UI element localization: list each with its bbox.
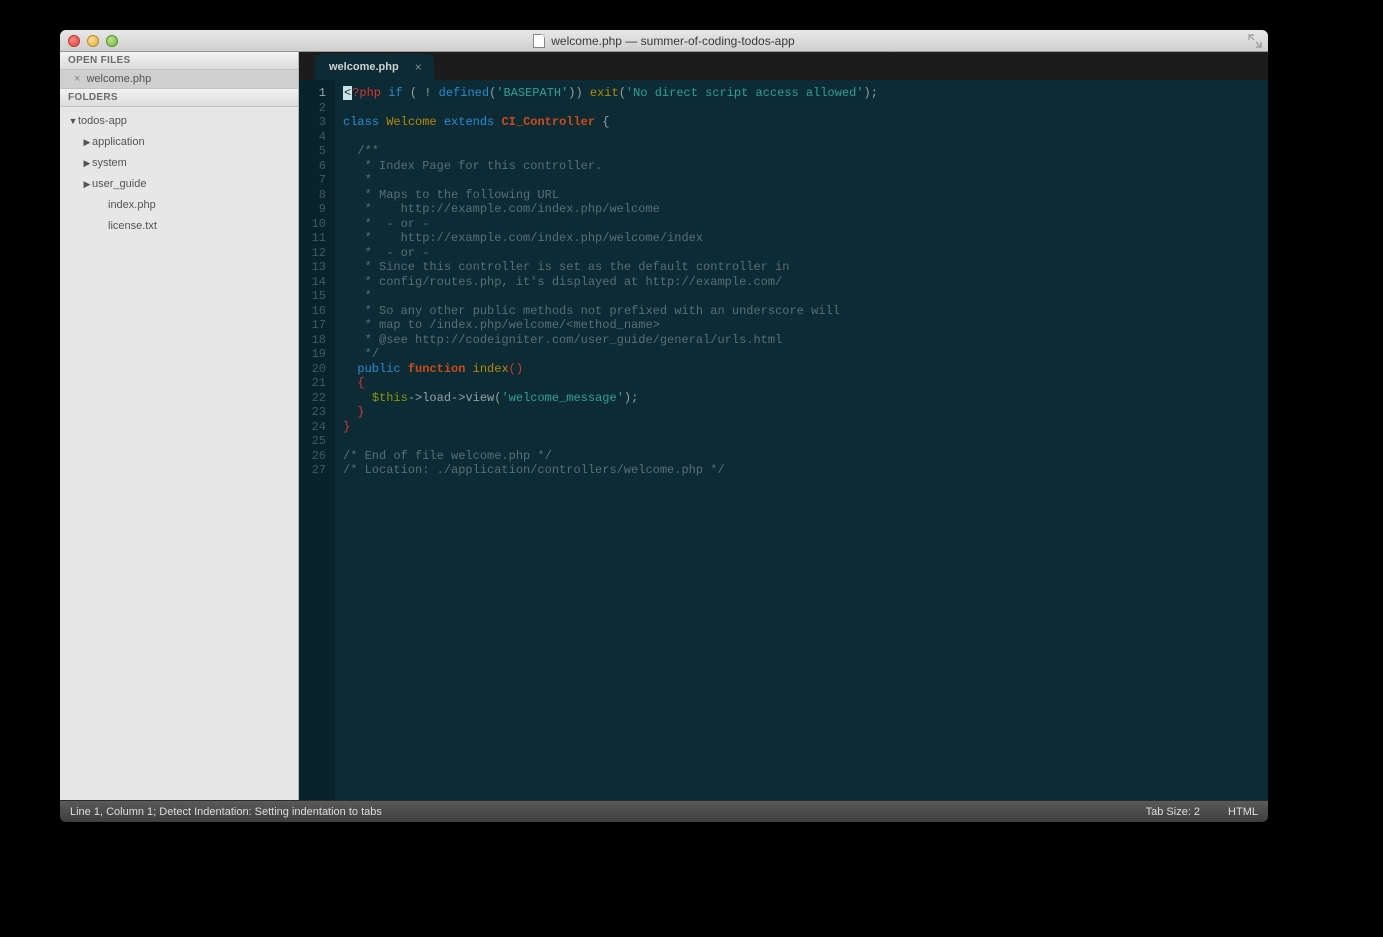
folder-item-system[interactable]: ▶ system [60, 153, 298, 174]
status-tabsize[interactable]: Tab Size: 2 [1146, 806, 1200, 818]
editor[interactable]: 1234567891011121314151617181920212223242… [299, 80, 1268, 800]
chevron-right-icon: ▶ [82, 176, 92, 193]
open-file-name: welcome.php [86, 73, 151, 85]
code-content[interactable]: <?php if ( ! defined('BASEPATH')) exit('… [335, 80, 878, 800]
status-syntax[interactable]: HTML [1228, 806, 1258, 818]
fullscreen-icon[interactable] [1248, 34, 1262, 48]
open-file-item[interactable]: × welcome.php [60, 70, 298, 89]
minimize-window-button[interactable] [87, 35, 99, 47]
editor-pane: welcome.php × 12345678910111213141516171… [299, 52, 1268, 800]
editor-tabs: welcome.php × [299, 52, 1268, 80]
zoom-window-button[interactable] [106, 35, 118, 47]
file-label: license.txt [108, 218, 157, 235]
tab-close-icon[interactable]: × [415, 60, 422, 74]
file-item-index[interactable]: index.php [60, 195, 298, 216]
statusbar: Line 1, Column 1; Detect Indentation: Se… [60, 800, 1268, 822]
folder-label: application [92, 134, 145, 151]
chevron-down-icon: ▼ [68, 113, 78, 130]
folder-item-application[interactable]: ▶ application [60, 132, 298, 153]
titlebar: welcome.php — summer-of-coding-todos-app [60, 30, 1268, 52]
open-files-header: OPEN FILES [60, 52, 298, 70]
tab-label: welcome.php [329, 61, 399, 73]
folder-label: system [92, 155, 127, 172]
gutter: 1234567891011121314151617181920212223242… [299, 80, 335, 800]
folder-item-userguide[interactable]: ▶ user_guide [60, 174, 298, 195]
folder-tree: ▼ todos-app ▶ application ▶ system ▶ use… [60, 107, 298, 241]
folders-header: FOLDERS [60, 89, 298, 107]
document-icon [533, 34, 545, 48]
window-title: welcome.php — summer-of-coding-todos-app [60, 34, 1268, 48]
file-item-license[interactable]: license.txt [60, 216, 298, 237]
folder-root[interactable]: ▼ todos-app [60, 111, 298, 132]
window-title-text: welcome.php — summer-of-coding-todos-app [551, 34, 794, 48]
close-window-button[interactable] [68, 35, 80, 47]
status-cursor: Line 1, Column 1; Detect Indentation: Se… [70, 806, 382, 818]
folder-root-label: todos-app [78, 113, 127, 130]
close-file-icon[interactable]: × [74, 73, 80, 85]
app-window: welcome.php — summer-of-coding-todos-app… [60, 30, 1268, 822]
folder-label: user_guide [92, 176, 146, 193]
chevron-right-icon: ▶ [82, 134, 92, 151]
sidebar: OPEN FILES × welcome.php FOLDERS ▼ todos… [60, 52, 299, 800]
tab-welcome[interactable]: welcome.php × [315, 54, 434, 80]
chevron-right-icon: ▶ [82, 155, 92, 172]
traffic-lights [60, 35, 118, 47]
file-label: index.php [108, 197, 156, 214]
